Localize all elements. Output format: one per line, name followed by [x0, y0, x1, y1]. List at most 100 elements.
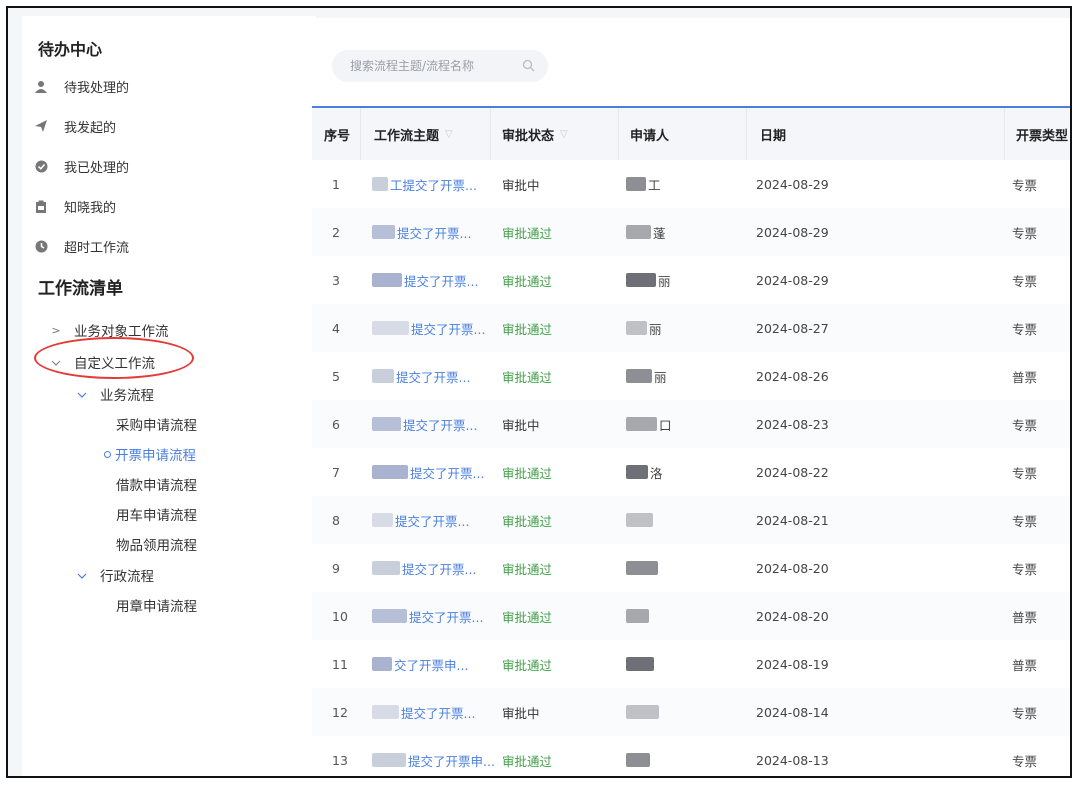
row-index: 8	[332, 512, 340, 528]
row-date: 2024-08-26	[756, 368, 829, 384]
table-row[interactable]: 5 提交了开票... 审批通过 丽 2024-08-26 普票	[312, 352, 1070, 400]
row-date: 2024-08-29	[756, 176, 829, 192]
redacted-name	[372, 369, 394, 383]
row-applicant: 丽	[626, 352, 667, 400]
table-row[interactable]: 8 提交了开票... 审批通过 2024-08-21 专票	[312, 496, 1070, 544]
row-status: 审批通过	[502, 753, 553, 769]
row-title-link[interactable]: 提交了开票...	[372, 208, 471, 256]
redacted-applicant	[626, 177, 646, 191]
menu-item-initiated[interactable]: 我发起的	[34, 114, 116, 138]
main-panel: 序号 工作流主题 ▽ 审批状态 ▽ 申请人 日期 开票类型 1 工提交了开票...…	[312, 18, 1070, 776]
row-title-link[interactable]: 工提交了开票...	[372, 160, 477, 208]
row-invoice-type: 普票	[1012, 657, 1038, 673]
menu-item-label: 知晓我的	[64, 200, 117, 216]
row-date: 2024-08-29	[756, 224, 829, 240]
check-circle-icon	[34, 159, 48, 173]
row-status: 审批通过	[502, 561, 553, 577]
table-row[interactable]: 6 提交了开票... 审批中 口 2024-08-23 专票	[312, 400, 1070, 448]
menu-item-label: 超时工作流	[64, 240, 130, 256]
redacted-name	[372, 273, 402, 287]
row-title-link[interactable]: 提交了开票...	[372, 544, 476, 592]
menu-item-processed[interactable]: 我已处理的	[34, 154, 129, 178]
row-index: 12	[332, 704, 348, 720]
row-date: 2024-08-13	[756, 752, 829, 768]
tree-vehicle[interactable]: 用车申请流程	[116, 502, 197, 526]
table-row[interactable]: 4 提交了开票... 审批通过 丽 2024-08-27 专票	[312, 304, 1070, 352]
table-row[interactable]: 10 提交了开票... 审批通过 2024-08-20 普票	[312, 592, 1070, 640]
row-index: 11	[332, 656, 348, 672]
row-title: 提交了开票...	[395, 513, 470, 529]
row-title-link[interactable]: 提交了开票...	[372, 304, 485, 352]
row-title-link[interactable]: 提交了开票申...	[372, 736, 495, 776]
redacted-applicant	[626, 417, 657, 431]
row-title: 交了开票申...	[394, 657, 469, 673]
table-row[interactable]: 9 提交了开票... 审批通过 2024-08-20 专票	[312, 544, 1070, 592]
redacted-applicant	[626, 657, 654, 671]
applicant-char: 工	[648, 177, 661, 193]
screenshot-frame: 待办中心 待我处理的 我发起的 我已处理的 知晓我的 超时工作流 工作流清单 >…	[6, 6, 1072, 778]
redacted-name	[372, 417, 401, 431]
row-title-link[interactable]: 交了开票申...	[372, 640, 468, 688]
menu-item-pending[interactable]: 待我处理的	[34, 74, 129, 98]
row-status: 审批通过	[502, 273, 553, 289]
table-row[interactable]: 2 提交了开票... 审批通过 蓬 2024-08-29 专票	[312, 208, 1070, 256]
clipboard-icon	[34, 199, 48, 213]
search-icon[interactable]	[522, 59, 536, 73]
table-row[interactable]: 13 提交了开票申... 审批通过 2024-08-13 专票	[312, 736, 1070, 776]
table-row[interactable]: 3 提交了开票... 审批通过 丽 2024-08-29 专票	[312, 256, 1070, 304]
table-row[interactable]: 12 提交了开票... 审批中 2024-08-14 专票	[312, 688, 1070, 736]
table-row[interactable]: 7 提交了开票... 审批通过 洛 2024-08-22 专票	[312, 448, 1070, 496]
row-applicant: 洛	[626, 448, 663, 496]
filter-icon[interactable]: ▽	[445, 129, 453, 140]
tree-purchase[interactable]: 采购申请流程	[116, 412, 197, 436]
table-body: 1 工提交了开票... 审批中 工 2024-08-29 专票 2 提交了开票... 审批通过 蓬…	[312, 160, 1070, 776]
send-icon	[34, 119, 48, 133]
row-title-link[interactable]: 提交了开票...	[372, 496, 469, 544]
clock-icon	[34, 239, 48, 253]
chevron-down-icon	[76, 388, 88, 401]
row-title-link[interactable]: 提交了开票...	[372, 400, 477, 448]
row-invoice-type: 专票	[1012, 753, 1038, 769]
tree-label: 借款申请流程	[116, 478, 197, 494]
search-input[interactable]	[350, 59, 522, 73]
search-bar[interactable]	[332, 50, 548, 82]
todo-center-title: 待办中心	[38, 40, 103, 59]
redacted-name	[372, 657, 392, 671]
tree-label: 物品领用流程	[116, 538, 197, 554]
redacted-name	[372, 177, 388, 191]
row-date: 2024-08-20	[756, 560, 829, 576]
tree-admin-process[interactable]: 行政流程	[76, 563, 154, 587]
row-applicant: 口	[626, 400, 672, 448]
header-title[interactable]: 工作流主题 ▽	[374, 108, 453, 160]
tree-label: 开票申请流程	[115, 448, 196, 464]
row-title-link[interactable]: 提交了开票...	[372, 688, 475, 736]
row-status: 审批中	[502, 177, 540, 193]
row-applicant: 丽	[626, 256, 671, 304]
table-row[interactable]: 1 工提交了开票... 审批中 工 2024-08-29 专票	[312, 160, 1070, 208]
row-title-link[interactable]: 提交了开票...	[372, 592, 483, 640]
row-title-link[interactable]: 提交了开票...	[372, 352, 470, 400]
header-label: 审批状态	[502, 128, 555, 144]
redacted-applicant	[626, 225, 651, 239]
redacted-applicant	[626, 465, 648, 479]
row-applicant: 蓬	[626, 208, 666, 256]
row-title-link[interactable]: 提交了开票...	[372, 448, 484, 496]
row-index: 10	[332, 608, 348, 624]
table-row[interactable]: 11 交了开票申... 审批通过 2024-08-19 普票	[312, 640, 1070, 688]
row-invoice-type: 专票	[1012, 225, 1038, 241]
menu-item-label: 待我处理的	[64, 80, 130, 96]
tree-seal[interactable]: 用章申请流程	[116, 593, 197, 617]
row-invoice-type: 专票	[1012, 465, 1038, 481]
row-applicant	[626, 544, 660, 592]
tree-loan[interactable]: 借款申请流程	[116, 472, 197, 496]
tree-goods[interactable]: 物品领用流程	[116, 532, 197, 556]
row-title-link[interactable]: 提交了开票...	[372, 256, 478, 304]
header-status[interactable]: 审批状态 ▽	[502, 108, 568, 160]
menu-item-cc[interactable]: 知晓我的	[34, 194, 116, 218]
tree-business-process[interactable]: 业务流程	[76, 382, 154, 406]
tree-invoice[interactable]: 开票申请流程	[104, 442, 196, 466]
filter-icon[interactable]: ▽	[560, 129, 568, 140]
redacted-applicant	[626, 273, 656, 287]
row-title: 提交了开票申...	[408, 753, 495, 769]
menu-item-timeout[interactable]: 超时工作流	[34, 234, 129, 258]
